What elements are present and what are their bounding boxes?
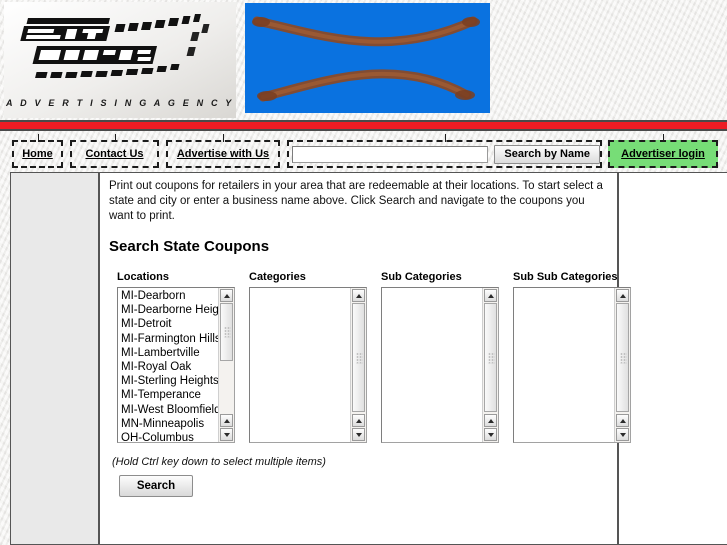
- list-item[interactable]: MI-Royal Oak: [121, 360, 221, 374]
- scroll-up-icon[interactable]: [220, 414, 233, 427]
- multi-select-hint: (Hold Ctrl key down to select multiple i…: [112, 456, 326, 468]
- list-item[interactable]: MN-Minneapolis: [121, 417, 221, 431]
- scroll-down-icon[interactable]: [616, 428, 629, 441]
- nav-item-advertise-with-us[interactable]: Advertise with Us: [166, 134, 280, 168]
- list-item[interactable]: MI-Detroit: [121, 317, 221, 331]
- scrollbar-thumb[interactable]: [484, 303, 497, 412]
- locations-scrollbar[interactable]: [218, 288, 234, 442]
- site-header: A D V E R T I S I N G A G E N C Y: [0, 0, 727, 131]
- search-by-name-input[interactable]: [292, 145, 489, 163]
- sub-categories-scrollbar[interactable]: [482, 288, 498, 442]
- list-label-sub-sub-categories: Sub Sub Categories: [513, 271, 618, 283]
- list-column-sub-sub-categories: Sub Sub Categories: [513, 271, 631, 443]
- scroll-up-icon[interactable]: [220, 289, 233, 302]
- scroll-up-icon[interactable]: [484, 414, 497, 427]
- scrollbar-thumb[interactable]: [352, 303, 365, 412]
- right-sidebar: [618, 172, 727, 545]
- categories-listbox[interactable]: [249, 287, 367, 443]
- nav-stem: [37, 134, 39, 142]
- advertiser-login-button[interactable]: Advertiser login: [608, 134, 718, 168]
- page-title: Search State Coupons: [109, 238, 270, 255]
- scroll-down-icon[interactable]: [352, 428, 365, 441]
- scroll-up-icon[interactable]: [352, 414, 365, 427]
- banner-image[interactable]: [245, 3, 490, 113]
- main-content: Print out coupons for retailers in your …: [100, 172, 631, 545]
- main-navigation: Home Contact Us Advertise with Us Search…: [0, 133, 727, 173]
- categories-options: [250, 288, 353, 289]
- advertiser-login-label: Advertiser login: [621, 148, 705, 160]
- banner-artwork: [245, 3, 490, 113]
- scroll-down-icon[interactable]: [220, 428, 233, 441]
- search-by-name-button[interactable]: Search by Name: [494, 144, 600, 164]
- sub-categories-listbox[interactable]: [381, 287, 499, 443]
- site-logo[interactable]: A D V E R T I S I N G A G E N C Y: [4, 2, 236, 118]
- nav-stem: [223, 134, 224, 142]
- list-item[interactable]: MI-Temperance: [121, 388, 221, 402]
- nav-contact-label: Contact Us: [85, 148, 144, 160]
- locations-options: MI-Dearborn MI-Dearborne Heights MI-Detroi…: [118, 288, 234, 442]
- list-column-sub-categories: Sub Categories: [381, 271, 499, 443]
- scroll-up-icon[interactable]: [352, 289, 365, 302]
- scroll-up-icon[interactable]: [616, 289, 629, 302]
- list-column-categories: Categories: [249, 271, 367, 443]
- list-label-sub-categories: Sub Categories: [381, 271, 462, 283]
- locations-listbox[interactable]: MI-Dearborn MI-Dearborne Heights MI-Detroi…: [117, 287, 235, 443]
- scrollbar-thumb[interactable]: [220, 303, 233, 361]
- search-button[interactable]: Search: [119, 475, 193, 497]
- logo-tagline: A D V E R T I S I N G A G E N C Y: [6, 98, 234, 108]
- nav-search-group: Search by Name: [287, 134, 602, 168]
- intro-text: Print out coupons for retailers in your …: [109, 180, 603, 222]
- nav-advertise-label: Advertise with Us: [176, 148, 270, 160]
- nav-stem: [444, 134, 446, 142]
- list-item[interactable]: MI-Farmington Hills: [121, 332, 221, 346]
- scrollbar-thumb[interactable]: [616, 303, 629, 412]
- scroll-down-icon[interactable]: [484, 428, 497, 441]
- left-sidebar: [10, 172, 100, 545]
- list-label-categories: Categories: [249, 271, 306, 283]
- list-item[interactable]: MI-West Bloomfield: [121, 403, 221, 417]
- list-item[interactable]: MI-Dearborne Heights: [121, 303, 234, 317]
- sub-sub-categories-options: [514, 288, 617, 289]
- nav-item-home[interactable]: Home: [12, 134, 63, 168]
- list-item[interactable]: OH-Columbus: [121, 431, 221, 442]
- selection-lists: Locations MI-Dearborn MI-Dearborne Height…: [117, 271, 631, 443]
- list-item[interactable]: MI-Lambertville: [121, 346, 221, 360]
- categories-scrollbar[interactable]: [350, 288, 366, 442]
- list-item[interactable]: MI-Dearborn: [121, 289, 221, 303]
- nav-home-label: Home: [22, 148, 53, 160]
- sub-sub-categories-listbox[interactable]: [513, 287, 631, 443]
- red-divider-bar: [0, 120, 727, 131]
- list-column-locations: Locations MI-Dearborn MI-Dearborne Height…: [117, 271, 235, 443]
- scroll-up-icon[interactable]: [484, 289, 497, 302]
- list-item[interactable]: MI-Sterling Heights: [121, 374, 221, 388]
- list-label-locations: Locations: [117, 271, 169, 283]
- page-root: A D V E R T I S I N G A G E N C Y Home C…: [0, 0, 727, 545]
- nav-stem: [114, 134, 116, 142]
- nav-stem: [663, 134, 664, 142]
- sub-sub-categories-scrollbar[interactable]: [614, 288, 630, 442]
- scroll-up-icon[interactable]: [616, 414, 629, 427]
- nav-item-contact-us[interactable]: Contact Us: [70, 134, 159, 168]
- sub-categories-options: [382, 288, 485, 289]
